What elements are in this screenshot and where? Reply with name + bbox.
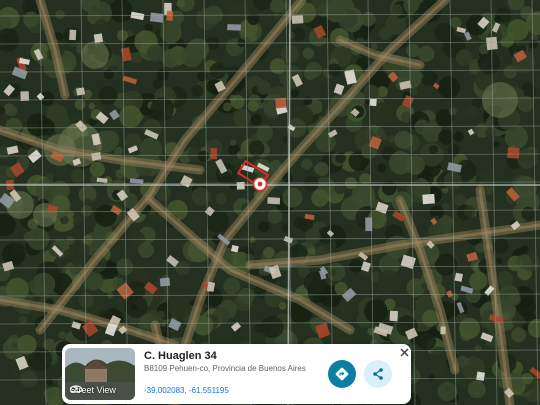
directions-icon (335, 367, 349, 381)
directions-button[interactable] (328, 360, 356, 388)
street-view-icon (70, 385, 82, 393)
place-title: C. Huaglen 34 (144, 350, 217, 362)
close-button[interactable] (398, 346, 410, 358)
street-view-thumbnail[interactable]: Street View (65, 348, 135, 400)
place-info-card: Street View C. Huaglen 34 B8109 Pehuen-c… (62, 344, 411, 404)
location-pin-icon[interactable] (252, 176, 268, 192)
share-icon (373, 368, 383, 380)
place-coordinates[interactable]: -39.002083, -61.551195 (144, 386, 229, 395)
place-address: B8109 Pehuen-co, Provincia de Buenos Air… (144, 364, 306, 373)
share-button[interactable] (364, 360, 392, 388)
street-view-label-group: Street View (70, 385, 116, 395)
close-icon (400, 348, 408, 356)
